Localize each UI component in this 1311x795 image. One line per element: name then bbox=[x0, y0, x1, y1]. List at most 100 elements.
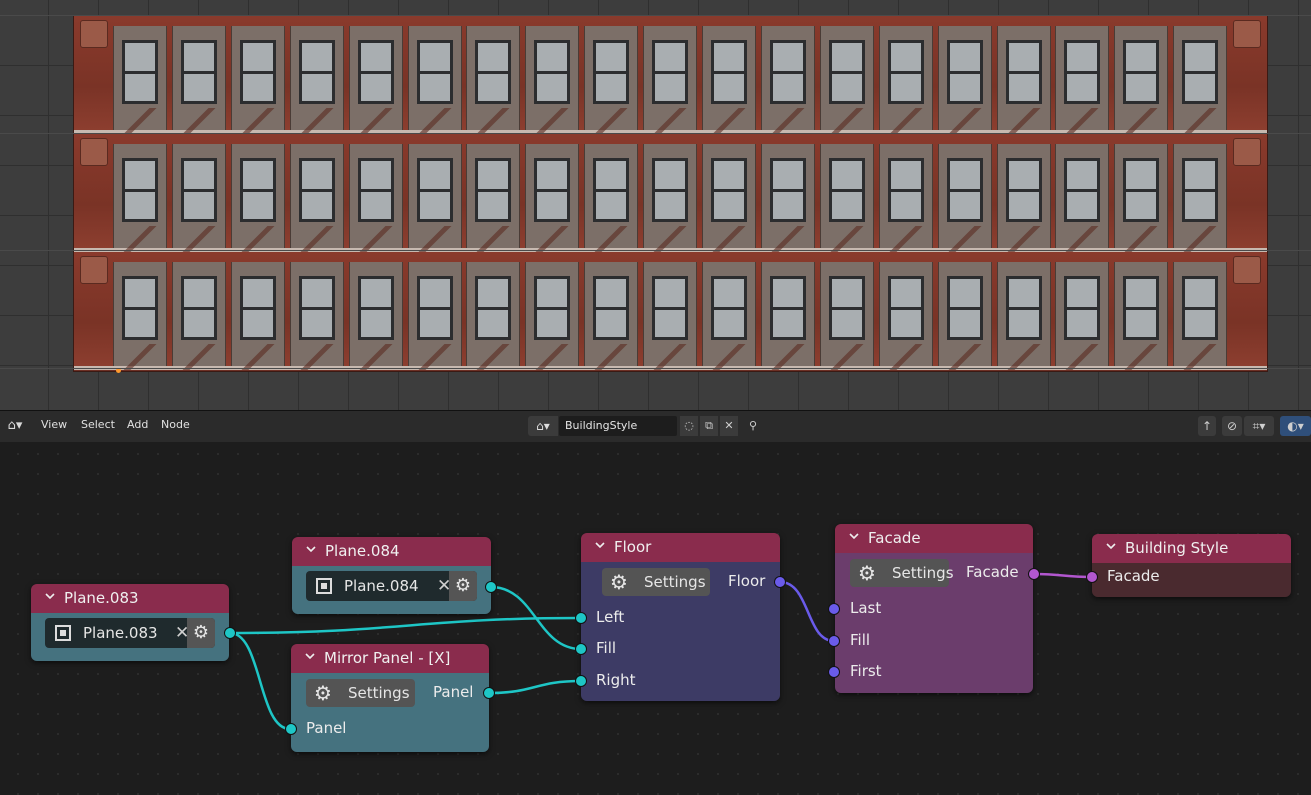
output-socket[interactable] bbox=[483, 687, 495, 699]
window-glass1 bbox=[419, 161, 450, 189]
window-glass1 bbox=[772, 161, 803, 189]
settings-button[interactable]: ⚙ Settings bbox=[850, 559, 954, 587]
gear-icon: ⚙ bbox=[610, 570, 628, 594]
window-glass1 bbox=[360, 161, 391, 189]
facade-window bbox=[1173, 262, 1228, 370]
input-socket-fill[interactable] bbox=[575, 643, 587, 655]
menu-select[interactable]: Select bbox=[81, 418, 115, 431]
node-plane-084[interactable]: Plane.084 Plane.084 ✕ ⚙ bbox=[292, 537, 497, 614]
chevron-down-icon[interactable] bbox=[45, 591, 55, 601]
window-glass2 bbox=[596, 192, 627, 219]
input-socket-first[interactable] bbox=[828, 666, 840, 678]
node-header[interactable]: Floor bbox=[581, 533, 780, 562]
node-building-style[interactable]: Building Style Facade bbox=[1086, 534, 1291, 597]
gear-icon[interactable]: ⚙ bbox=[187, 618, 215, 648]
snap-icon[interactable]: ⊘ bbox=[1222, 416, 1242, 436]
output-socket[interactable] bbox=[774, 576, 786, 588]
window-glass2 bbox=[1126, 192, 1157, 219]
window-glass2 bbox=[949, 192, 980, 219]
node-floor[interactable]: Floor ⚙ Settings Floor Left Fill Right bbox=[575, 533, 786, 701]
viewport-guide-line bbox=[0, 133, 1311, 134]
window-sill bbox=[644, 108, 697, 134]
output-socket[interactable] bbox=[224, 627, 236, 639]
facade-window bbox=[289, 262, 344, 370]
window-sill bbox=[938, 108, 991, 134]
output-label: Floor bbox=[728, 572, 766, 590]
node-body: Plane.084 ✕ ⚙ bbox=[292, 566, 491, 614]
facade-floor bbox=[74, 252, 1267, 370]
window-glass2 bbox=[714, 192, 744, 219]
viewport-guide-line bbox=[0, 15, 1311, 16]
output-label: Facade bbox=[966, 563, 1019, 581]
node-mirror-panel[interactable]: Mirror Panel - [X] ⚙ Settings Panel Pane… bbox=[285, 644, 495, 752]
menu-add[interactable]: Add bbox=[127, 418, 148, 431]
window-sill bbox=[1115, 226, 1168, 252]
facade-window bbox=[525, 262, 580, 370]
object-name: Plane.084 bbox=[344, 577, 419, 595]
window-glass1 bbox=[537, 161, 568, 189]
window-glass1 bbox=[537, 279, 568, 307]
node-tree-name-field[interactable]: BuildingStyle bbox=[559, 416, 677, 436]
output-socket[interactable] bbox=[485, 581, 497, 593]
window-glass2 bbox=[772, 74, 803, 101]
window-glass1 bbox=[949, 43, 980, 71]
window-glass2 bbox=[537, 74, 568, 101]
facade-window bbox=[702, 26, 756, 134]
parent-node-tree-icon[interactable]: ↑ bbox=[1198, 416, 1216, 436]
window-sill bbox=[644, 226, 697, 252]
node-header[interactable]: Plane.084 bbox=[292, 537, 491, 566]
settings-button[interactable]: ⚙ Settings bbox=[306, 679, 415, 707]
node-title: Building Style bbox=[1125, 539, 1229, 557]
input-socket-last[interactable] bbox=[828, 603, 840, 615]
snap-target-icon[interactable]: ⌗▾ bbox=[1244, 416, 1274, 436]
facade-window bbox=[819, 26, 874, 134]
window-glass2 bbox=[890, 310, 921, 337]
chevron-down-icon[interactable] bbox=[306, 544, 316, 554]
object-field[interactable]: Plane.084 ✕ ⚙ bbox=[306, 571, 477, 601]
node-header[interactable]: Mirror Panel - [X] bbox=[291, 644, 489, 673]
menu-view[interactable]: View bbox=[41, 418, 67, 431]
node-header[interactable]: Plane.083 bbox=[31, 584, 229, 613]
node-editor-header: ⌂▾ View Select Add Node ⌂▾ BuildingStyle… bbox=[0, 410, 1311, 443]
input-socket[interactable] bbox=[1086, 571, 1098, 583]
output-socket[interactable] bbox=[1028, 568, 1040, 580]
pin-icon[interactable]: ⚲ bbox=[744, 416, 762, 436]
facade-ornament bbox=[80, 256, 108, 284]
node-plane-083[interactable]: Plane.083 Plane.083 ✕ ⚙ bbox=[31, 584, 236, 661]
object-field[interactable]: Plane.083 ✕ ⚙ bbox=[45, 618, 215, 648]
window-sill bbox=[349, 226, 402, 252]
input-socket-left[interactable] bbox=[575, 612, 587, 624]
chevron-down-icon[interactable] bbox=[305, 651, 315, 661]
node-header[interactable]: Building Style bbox=[1092, 534, 1291, 563]
node-header[interactable]: Facade bbox=[835, 524, 1033, 553]
chevron-down-icon[interactable] bbox=[849, 531, 859, 541]
window-glass1 bbox=[183, 279, 214, 307]
window-glass1 bbox=[1067, 279, 1098, 307]
window-sill bbox=[467, 108, 520, 134]
duplicate-icon[interactable]: ⧉ bbox=[700, 416, 718, 436]
input-socket[interactable] bbox=[285, 723, 297, 735]
input-socket-right[interactable] bbox=[575, 675, 587, 687]
window-glass1 bbox=[1067, 43, 1098, 71]
fake-user-shield-icon[interactable]: ◌ bbox=[680, 416, 698, 436]
facade-window bbox=[584, 144, 639, 252]
facade-window bbox=[702, 144, 756, 252]
gear-icon[interactable]: ⚙ bbox=[449, 571, 477, 601]
facade-window bbox=[584, 26, 639, 134]
window-sill bbox=[938, 344, 991, 370]
input-socket-fill[interactable] bbox=[828, 635, 840, 647]
chevron-down-icon[interactable] bbox=[1106, 541, 1116, 551]
facade-window bbox=[996, 26, 1051, 134]
node-facade[interactable]: Facade ⚙ Settings Facade Last Fill First bbox=[828, 524, 1040, 693]
editor-type-icon[interactable]: ⌂▾ bbox=[2, 417, 28, 435]
overlay-icon[interactable]: ◐▾ bbox=[1280, 416, 1311, 436]
settings-button[interactable]: ⚙ Settings bbox=[602, 568, 710, 596]
chevron-down-icon[interactable] bbox=[595, 540, 605, 550]
3d-viewport[interactable] bbox=[0, 0, 1311, 410]
node-tree-browse-icon[interactable]: ⌂▾ bbox=[528, 416, 558, 436]
menu-node[interactable]: Node bbox=[161, 418, 190, 431]
node-title: Mirror Panel - [X] bbox=[324, 649, 451, 667]
unlink-close-icon[interactable]: ✕ bbox=[720, 416, 738, 436]
window-glass1 bbox=[596, 161, 627, 189]
window-glass2 bbox=[831, 310, 862, 337]
